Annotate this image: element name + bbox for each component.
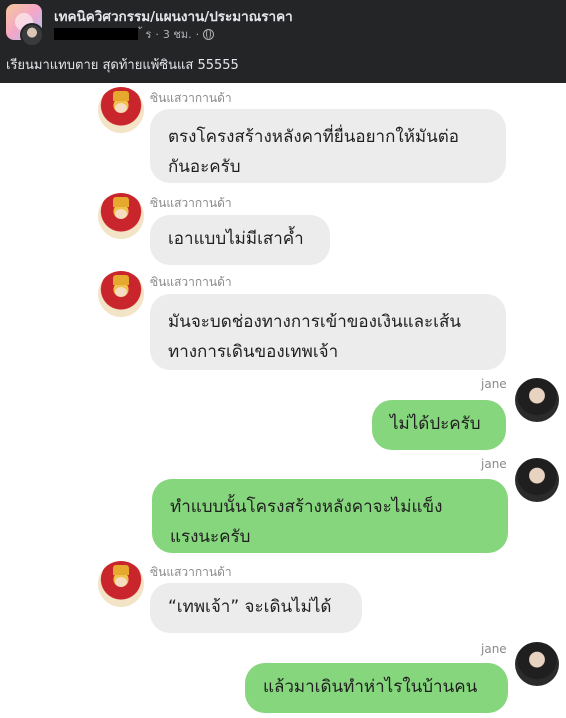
message-bubble-incoming: “เทพเจ้า” จะเดินไม่ได้ (150, 583, 362, 633)
message-line: เอาแบบไม่มีเสาค้ำ (168, 229, 304, 249)
sender-avatar-bot (98, 87, 144, 133)
message-line: แล้วมาเดินทำห่าไรในบ้านคน (263, 677, 478, 697)
message-line: ตรงโครงสร้างหลังคาที่ยื่นอยากให้มันต่อ (168, 127, 459, 147)
sender-name: jane (481, 377, 507, 391)
sender-name: ซินแสวากานด้า (150, 565, 232, 579)
post-meta: ้ ร · 3 ชม. · (54, 25, 215, 43)
sender-avatar-jane (515, 642, 559, 686)
sender-avatar-bot (98, 193, 144, 239)
redacted-author-name (54, 28, 138, 40)
globe-icon[interactable] (203, 28, 215, 40)
message-bubble-incoming: เอาแบบไม่มีเสาค้ำ (150, 215, 330, 265)
sender-avatar-jane (515, 378, 559, 422)
sender-avatar-bot (98, 271, 144, 317)
meta-separator: · (155, 27, 159, 41)
sender-avatar-bot (98, 561, 144, 607)
message-bubble-outgoing: แล้วมาเดินทำห่าไรในบ้านคน (245, 663, 508, 713)
sender-name: jane (481, 642, 507, 656)
post-time[interactable]: 3 ชม. (163, 25, 192, 43)
sender-name: ซินแสวากานด้า (150, 91, 232, 105)
poster-avatar[interactable] (20, 23, 44, 47)
message-bubble-outgoing: ทำแบบนั้นโครงสร้างหลังคาจะไม่แข็ง แรงนะค… (152, 479, 508, 553)
sender-name: jane (481, 457, 507, 471)
message-line: ไม่ได้ปะครับ (390, 414, 481, 434)
sender-name: ซินแสวากานด้า (150, 196, 232, 210)
meta-separator: · (195, 27, 200, 41)
group-name[interactable]: เทคนิควิศวกรรม/แผนงาน/ประมาณราคา (54, 5, 293, 27)
message-line: ทางการเดินของเทพเจ้า (168, 342, 339, 362)
message-line: “เทพเจ้า” จะเดินไม่ได้ (168, 597, 332, 617)
message-bubble-outgoing: ไม่ได้ปะครับ (372, 400, 506, 450)
message-line: มันจะบดช่องทางการเข้าของเงินและเส้น (168, 312, 461, 332)
message-line: ทำแบบนั้นโครงสร้างหลังคาจะไม่แข็ง (170, 497, 443, 517)
sender-avatar-jane (515, 458, 559, 502)
message-bubble-incoming: มันจะบดช่องทางการเข้าของเงินและเส้น ทางก… (150, 294, 506, 370)
author-name-tail[interactable]: ้ ร (142, 25, 151, 43)
post-caption: เรียนมาแทบตาย สุดท้ายแพ้ซินแส 55555 (6, 58, 239, 73)
message-line: กันอะครับ (168, 157, 241, 177)
post-header: เทคนิควิศวกรรม/แผนงาน/ประมาณราคา ้ ร · 3… (0, 0, 566, 83)
chat-screenshot: ซินแสวากานด้า ตรงโครงสร้างหลังคาที่ยื่นอ… (0, 83, 566, 718)
message-line: แรงนะครับ (170, 527, 251, 547)
message-bubble-incoming: ตรงโครงสร้างหลังคาที่ยื่นอยากให้มันต่อ ก… (150, 109, 506, 183)
sender-name: ซินแสวากานด้า (150, 275, 232, 289)
